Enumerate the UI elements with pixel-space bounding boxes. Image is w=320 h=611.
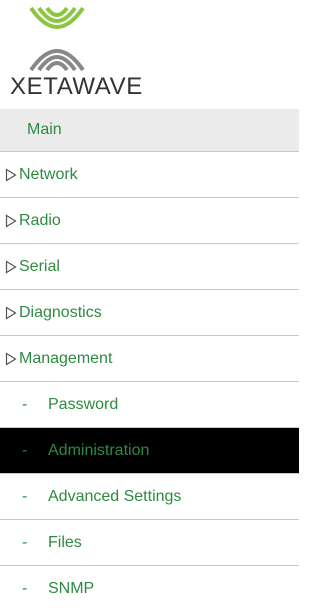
subitem-dash: -: [22, 441, 28, 459]
menu-subitem-administration[interactable]: - Administration: [0, 427, 299, 473]
menu-item-label: Administration: [48, 441, 150, 459]
menu-item-label: Network: [19, 165, 78, 183]
menu-item-network[interactable]: Network: [0, 151, 299, 197]
menu-item-label: Advanced Settings: [48, 487, 182, 505]
menu-subitem-snmp[interactable]: - SNMP: [0, 565, 299, 611]
menu-item-management[interactable]: Management: [0, 335, 299, 381]
collapsed-triangle-icon: [5, 259, 17, 274]
menu-item-label: Main: [27, 121, 62, 138]
brand-logo: XETAWAVE: [0, 0, 299, 104]
menu-item-label: Diagnostics: [19, 303, 102, 321]
xetawave-logo-icon: [29, 6, 85, 72]
collapsed-triangle-icon: [5, 305, 17, 320]
menu-item-main[interactable]: Main: [0, 109, 299, 151]
menu-subitem-password[interactable]: - Password: [0, 381, 299, 427]
collapsed-triangle-icon: [5, 213, 17, 228]
subitem-dash: -: [22, 395, 28, 413]
subitem-dash: -: [22, 533, 28, 551]
sidebar-menu: Main Network Radio Serial Diagnostics Ma…: [0, 109, 299, 611]
menu-subitem-advanced-settings[interactable]: - Advanced Settings: [0, 473, 299, 519]
menu-item-serial[interactable]: Serial: [0, 243, 299, 289]
menu-item-label: Password: [48, 395, 119, 413]
menu-item-label: Radio: [19, 211, 61, 229]
menu-item-label: Files: [48, 533, 82, 551]
collapsed-triangle-icon: [5, 167, 17, 182]
menu-item-label: SNMP: [48, 579, 95, 597]
menu-item-label: Management: [19, 349, 113, 367]
subitem-dash: -: [22, 579, 28, 597]
subitem-dash: -: [22, 487, 28, 505]
menu-subitem-files[interactable]: - Files: [0, 519, 299, 565]
menu-item-diagnostics[interactable]: Diagnostics: [0, 289, 299, 335]
menu-item-label: Serial: [19, 257, 60, 275]
logo-text: XETAWAVE: [10, 73, 143, 100]
collapsed-triangle-icon: [5, 351, 17, 366]
menu-item-radio[interactable]: Radio: [0, 197, 299, 243]
